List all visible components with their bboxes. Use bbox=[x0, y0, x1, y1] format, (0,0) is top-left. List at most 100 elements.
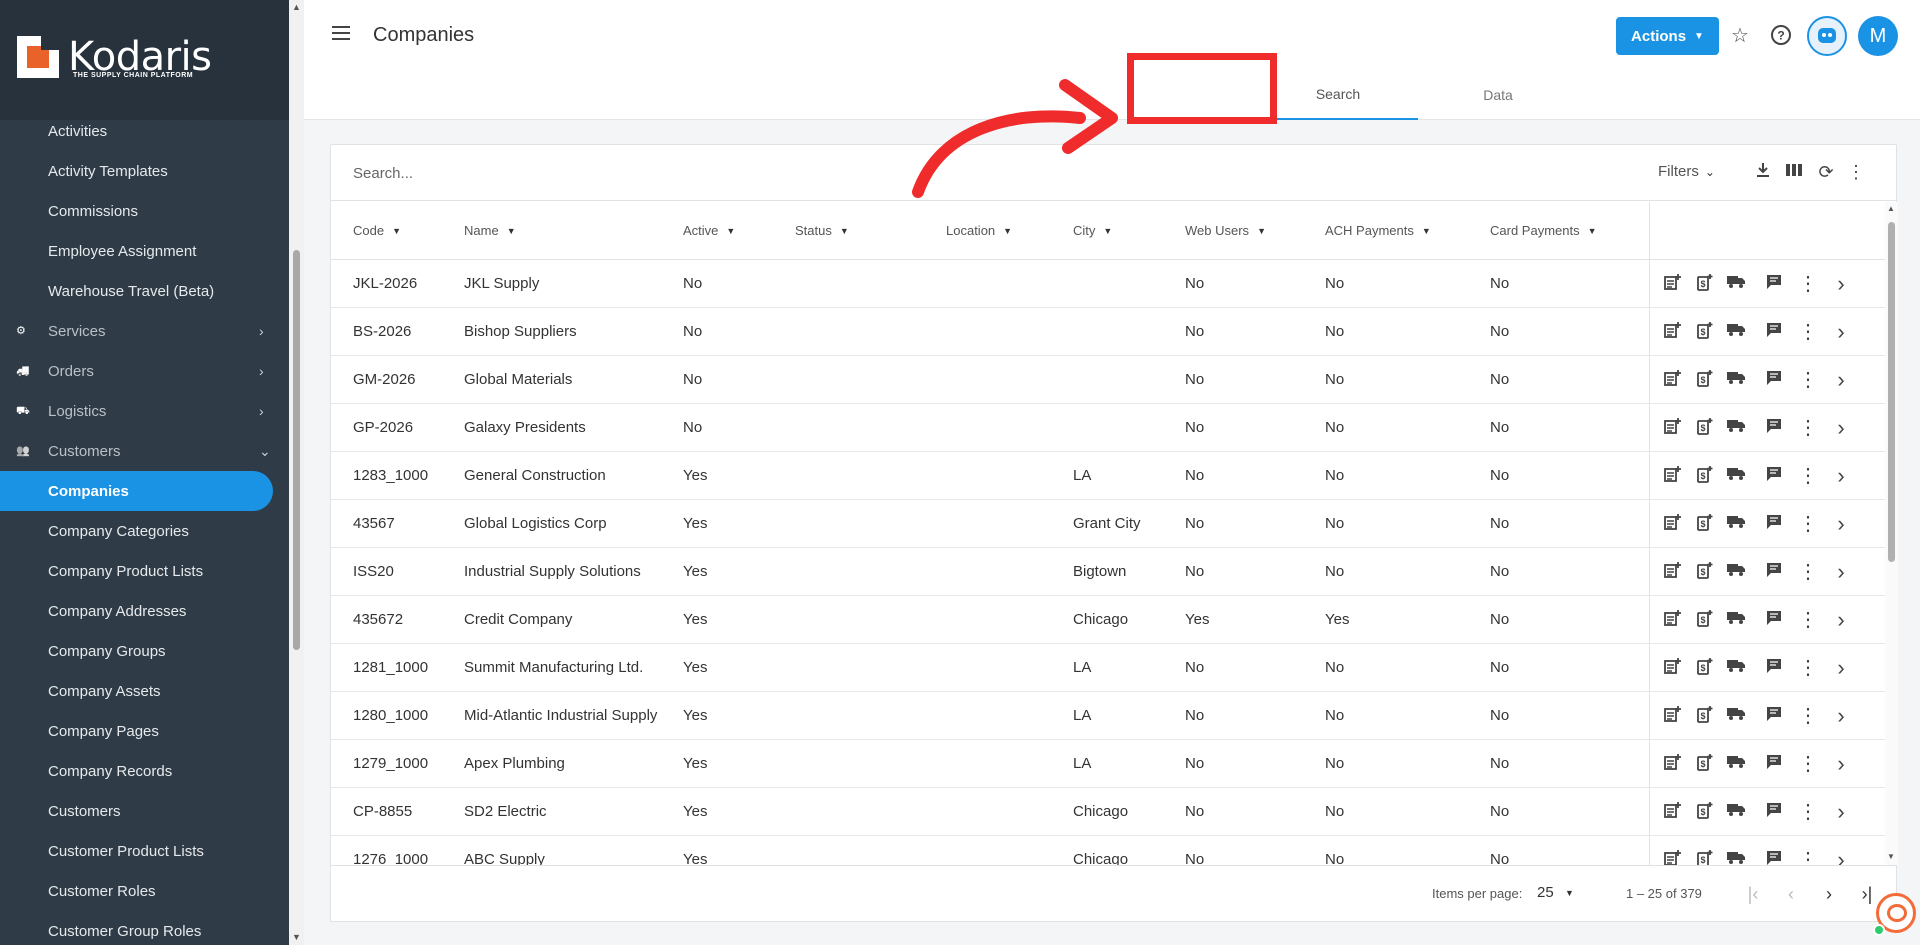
add-payment-icon[interactable]: $ bbox=[1693, 561, 1715, 583]
sidebar-scrollbar[interactable]: ▲ ▼ bbox=[289, 0, 304, 945]
add-note-icon[interactable] bbox=[1661, 417, 1683, 439]
table-row[interactable]: 1279_1000 Apex Plumbing Yes LA No No No $ ⋮ › bbox=[331, 740, 1885, 788]
prev-page-icon[interactable]: ‹ bbox=[1779, 882, 1803, 906]
add-payment-icon[interactable]: $ bbox=[1693, 273, 1715, 295]
scroll-down-icon[interactable]: ▼ bbox=[1887, 852, 1895, 861]
more-vert-icon[interactable]: ⋮ bbox=[1797, 849, 1819, 865]
shipping-truck-icon[interactable] bbox=[1725, 609, 1747, 631]
sidebar-item-customer-roles[interactable]: Customer Roles bbox=[0, 871, 289, 911]
more-vert-icon[interactable]: ⋮ bbox=[1797, 801, 1819, 823]
tab-search[interactable]: Search bbox=[1258, 70, 1418, 120]
sidebar-item-company-product-lists[interactable]: Company Product Lists bbox=[0, 551, 289, 591]
shipping-truck-icon[interactable] bbox=[1725, 705, 1747, 727]
table-row[interactable]: BS-2026 Bishop Suppliers No No No No $ ⋮ › bbox=[331, 308, 1885, 356]
table-row[interactable]: JKL-2026 JKL Supply No No No No $ ⋮ › bbox=[331, 260, 1885, 308]
table-row[interactable]: CP-8855 SD2 Electric Yes Chicago No No No $ ⋮ › bbox=[331, 788, 1885, 836]
chevron-right-icon[interactable]: › bbox=[1830, 417, 1852, 439]
filters-button[interactable]: Filters ⌄ bbox=[1658, 163, 1715, 180]
search-input[interactable] bbox=[353, 161, 953, 185]
first-page-icon[interactable]: |‹ bbox=[1741, 882, 1765, 906]
shipping-truck-icon[interactable] bbox=[1725, 753, 1747, 775]
chevron-right-icon[interactable]: › bbox=[1830, 657, 1852, 679]
table-row[interactable]: GP-2026 Galaxy Presidents No No No No $ ⋮ › bbox=[331, 404, 1885, 452]
sidebar-item-employee-assignment[interactable]: Employee Assignment bbox=[0, 231, 289, 271]
message-icon[interactable] bbox=[1763, 801, 1785, 823]
more-vert-icon[interactable]: ⋮ bbox=[1797, 609, 1819, 631]
table-scrollbar[interactable]: ▲ ▼ bbox=[1885, 202, 1898, 865]
add-note-icon[interactable] bbox=[1661, 273, 1683, 295]
sidebar-item-services[interactable]: ⚙ Services › bbox=[0, 311, 289, 351]
add-note-icon[interactable] bbox=[1661, 753, 1683, 775]
last-page-icon[interactable]: ›| bbox=[1855, 882, 1879, 906]
sort-icon[interactable]: ▼ bbox=[1103, 226, 1112, 236]
sidebar-item-company-assets[interactable]: Company Assets bbox=[0, 671, 289, 711]
chevron-right-icon[interactable]: › bbox=[1830, 753, 1852, 775]
items-per-page-select[interactable]: 25 bbox=[1537, 884, 1554, 901]
scroll-up-icon[interactable]: ▲ bbox=[1887, 204, 1895, 213]
add-note-icon[interactable] bbox=[1661, 561, 1683, 583]
columns-icon[interactable] bbox=[1783, 161, 1805, 183]
add-note-icon[interactable] bbox=[1661, 465, 1683, 487]
more-vert-icon[interactable]: ⋮ bbox=[1845, 161, 1867, 183]
chevron-right-icon[interactable]: › bbox=[1830, 273, 1852, 295]
message-icon[interactable] bbox=[1763, 849, 1785, 865]
caret-down-icon[interactable]: ▼ bbox=[1565, 888, 1574, 898]
message-icon[interactable] bbox=[1763, 561, 1785, 583]
add-payment-icon[interactable]: $ bbox=[1693, 321, 1715, 343]
add-payment-icon[interactable]: $ bbox=[1693, 705, 1715, 727]
shipping-truck-icon[interactable] bbox=[1725, 369, 1747, 391]
message-icon[interactable] bbox=[1763, 753, 1785, 775]
more-vert-icon[interactable]: ⋮ bbox=[1797, 657, 1819, 679]
table-scroll-thumb[interactable] bbox=[1888, 222, 1895, 562]
sort-icon[interactable]: ▼ bbox=[726, 226, 735, 236]
sidebar-item-logistics[interactable]: ⛟ Logistics › bbox=[0, 391, 289, 431]
message-icon[interactable] bbox=[1763, 273, 1785, 295]
scroll-down-icon[interactable]: ▼ bbox=[292, 932, 301, 942]
tab-data[interactable]: Data bbox=[1418, 70, 1578, 120]
add-payment-icon[interactable]: $ bbox=[1693, 465, 1715, 487]
sidebar-scroll-thumb[interactable] bbox=[293, 250, 300, 650]
chevron-right-icon[interactable]: › bbox=[1830, 609, 1852, 631]
star-icon[interactable]: ☆ bbox=[1728, 24, 1752, 48]
message-icon[interactable] bbox=[1763, 609, 1785, 631]
column-header-card-payments[interactable]: Card Payments ▼ bbox=[1490, 202, 1597, 259]
column-header-location[interactable]: Location ▼ bbox=[946, 202, 1012, 259]
sidebar-item-customers[interactable]: Customers bbox=[0, 791, 289, 831]
table-row[interactable]: 1276_1000 ABC Supply Yes Chicago No No No $ ⋮ › bbox=[331, 836, 1885, 865]
chevron-right-icon[interactable]: › bbox=[1830, 849, 1852, 866]
table-row[interactable]: 1281_1000 Summit Manufacturing Ltd. Yes LA N… bbox=[331, 644, 1885, 692]
chevron-right-icon[interactable]: › bbox=[1830, 801, 1852, 823]
add-payment-icon[interactable]: $ bbox=[1693, 753, 1715, 775]
shipping-truck-icon[interactable] bbox=[1725, 849, 1747, 865]
add-note-icon[interactable] bbox=[1661, 369, 1683, 391]
shipping-truck-icon[interactable] bbox=[1725, 801, 1747, 823]
column-header-ach-payments[interactable]: ACH Payments ▼ bbox=[1325, 202, 1431, 259]
actions-button[interactable]: Actions ▼ bbox=[1616, 17, 1719, 55]
hamburger-menu-icon[interactable] bbox=[332, 26, 350, 40]
sort-icon[interactable]: ▼ bbox=[1588, 226, 1597, 236]
assistant-bot-icon[interactable] bbox=[1807, 16, 1847, 56]
chevron-right-icon[interactable]: › bbox=[1830, 561, 1852, 583]
sidebar-item-warehouse-travel-beta[interactable]: Warehouse Travel (Beta) bbox=[0, 271, 289, 311]
column-header-status[interactable]: Status ▼ bbox=[795, 202, 849, 259]
add-payment-icon[interactable]: $ bbox=[1693, 609, 1715, 631]
column-header-name[interactable]: Name ▼ bbox=[464, 202, 516, 259]
more-vert-icon[interactable]: ⋮ bbox=[1797, 273, 1819, 295]
add-note-icon[interactable] bbox=[1661, 657, 1683, 679]
sidebar-item-company-pages[interactable]: Company Pages bbox=[0, 711, 289, 751]
sort-icon[interactable]: ▼ bbox=[840, 226, 849, 236]
shipping-truck-icon[interactable] bbox=[1725, 657, 1747, 679]
shipping-truck-icon[interactable] bbox=[1725, 561, 1747, 583]
more-vert-icon[interactable]: ⋮ bbox=[1797, 369, 1819, 391]
shipping-truck-icon[interactable] bbox=[1725, 465, 1747, 487]
user-avatar[interactable]: M bbox=[1858, 16, 1898, 56]
help-icon[interactable]: ? bbox=[1769, 24, 1793, 48]
sort-icon[interactable]: ▼ bbox=[1422, 226, 1431, 236]
sidebar-item-activity-templates[interactable]: Activity Templates bbox=[0, 151, 289, 191]
message-icon[interactable] bbox=[1763, 657, 1785, 679]
sidebar-item-customers[interactable]: 👥 Customers ⌄ bbox=[0, 431, 289, 471]
message-icon[interactable] bbox=[1763, 417, 1785, 439]
column-header-code[interactable]: Code ▼ bbox=[353, 202, 401, 259]
add-payment-icon[interactable]: $ bbox=[1693, 513, 1715, 535]
table-row[interactable]: ISS20 Industrial Supply Solutions Yes Bigto… bbox=[331, 548, 1885, 596]
